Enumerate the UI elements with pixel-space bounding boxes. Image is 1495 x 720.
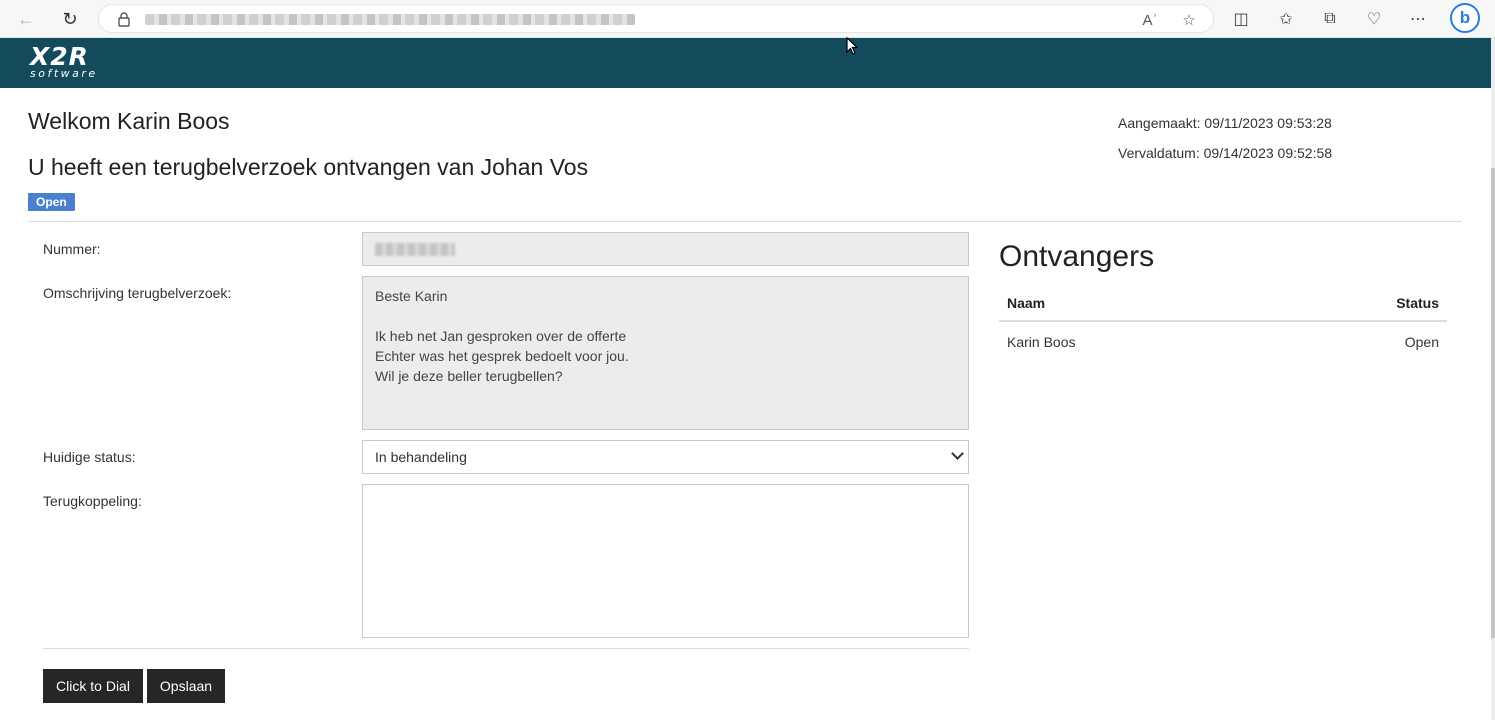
status-select-value: In behandeling [375, 449, 467, 465]
recipient-status: Open [1404, 334, 1439, 350]
page-scrollbar[interactable] [1491, 38, 1495, 720]
created-date: Aangemaakt: 09/11/2023 09:53:28 [1118, 115, 1332, 131]
bing-icon[interactable]: b [1450, 3, 1480, 33]
status-label: Huidige status: [43, 449, 136, 465]
recipient-name: Karin Boos [1007, 334, 1076, 350]
table-row: Karin Boos Open [999, 322, 1447, 362]
column-status-header: Status [1396, 295, 1439, 311]
browser-toolbar: ← ↻ Aʾ ☆ ◫ ✩ ⧉ ♡ ⋯ b [0, 0, 1495, 38]
browser-essentials-icon[interactable]: ♡ [1361, 6, 1387, 32]
number-field [362, 232, 969, 266]
number-label: Nummer: [43, 241, 101, 257]
feedback-label: Terugkoppeling: [43, 493, 142, 509]
mouse-cursor-icon [846, 37, 858, 55]
feedback-textarea[interactable] [362, 484, 969, 638]
description-label: Omschrijving terugbelverzoek: [43, 285, 232, 301]
more-options-icon[interactable]: ⋯ [1405, 6, 1431, 32]
refresh-icon[interactable]: ↻ [57, 6, 83, 32]
address-bar[interactable]: Aʾ ☆ [98, 4, 1214, 33]
recipients-table: Naam Status Karin Boos Open [999, 284, 1447, 362]
scrollbar-thumb[interactable] [1491, 168, 1495, 638]
read-aloud-icon[interactable]: Aʾ [1139, 9, 1161, 31]
column-name-header: Naam [1007, 295, 1046, 311]
favorites-icon[interactable]: ✩ [1273, 6, 1299, 32]
status-badge: Open [28, 193, 75, 211]
click-to-dial-button[interactable]: Click to Dial [43, 669, 143, 703]
logo-sub-text: software [30, 67, 98, 80]
back-icon[interactable]: ← [13, 6, 39, 32]
welcome-heading: Welkom Karin Boos [28, 108, 230, 134]
recipients-table-header: Naam Status [999, 284, 1447, 322]
due-date: Vervaldatum: 09/14/2023 09:52:58 [1118, 145, 1333, 161]
app-header: X2R software [0, 38, 1491, 88]
form-divider [43, 648, 969, 649]
save-button[interactable]: Opslaan [147, 669, 225, 703]
split-screen-icon[interactable]: ◫ [1228, 6, 1254, 32]
page-title: U heeft een terugbelverzoek ontvangen va… [28, 154, 589, 180]
description-field: Beste Karin Ik heb net Jan gesproken ove… [362, 276, 969, 430]
blurred-number [375, 243, 455, 256]
lock-icon [118, 12, 130, 27]
status-select[interactable]: In behandeling [362, 440, 969, 474]
favorite-star-icon[interactable]: ☆ [1178, 9, 1200, 31]
blurred-url [145, 14, 635, 25]
recipients-title: Ontvangers [999, 240, 1155, 273]
header-divider [28, 221, 1462, 222]
collections-icon[interactable]: ⧉ [1317, 6, 1343, 32]
chevron-down-icon [951, 447, 964, 460]
x2r-logo[interactable]: X2R software [30, 44, 98, 80]
